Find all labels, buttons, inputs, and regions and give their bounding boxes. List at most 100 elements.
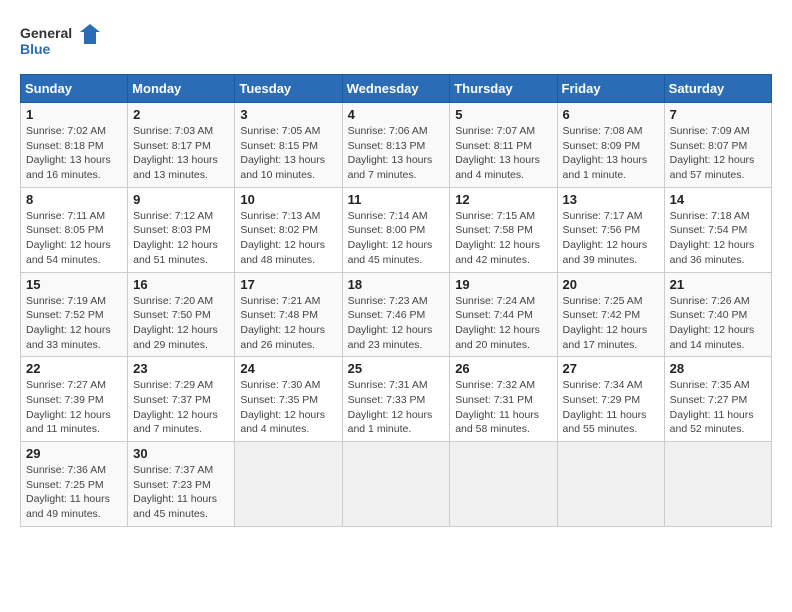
day-header: Saturday [664,75,771,103]
day-number: 8 [26,192,122,207]
calendar-cell: 4 Sunrise: 7:06 AM Sunset: 8:13 PM Daylig… [342,103,450,188]
day-number: 25 [348,361,445,376]
day-info: Sunrise: 7:14 AM Sunset: 8:00 PM Dayligh… [348,209,445,268]
calendar-cell: 11 Sunrise: 7:14 AM Sunset: 8:00 PM Dayli… [342,187,450,272]
calendar-table: SundayMondayTuesdayWednesdayThursdayFrid… [20,74,772,527]
day-header: Thursday [450,75,557,103]
day-info: Sunrise: 7:12 AM Sunset: 8:03 PM Dayligh… [133,209,229,268]
calendar-week-row: 29Sunrise: 7:36 AM Sunset: 7:25 PM Dayli… [21,442,772,527]
calendar-cell: 1 Sunrise: 7:02 AM Sunset: 8:18 PM Daylig… [21,103,128,188]
calendar-cell: 14 Sunrise: 7:18 AM Sunset: 7:54 PM Dayli… [664,187,771,272]
day-number: 5 [455,107,551,122]
day-info: Sunrise: 7:18 AM Sunset: 7:54 PM Dayligh… [670,209,766,268]
calendar-cell: 26 Sunrise: 7:32 AM Sunset: 7:31 PM Dayli… [450,357,557,442]
calendar-cell: 17 Sunrise: 7:21 AM Sunset: 7:48 PM Dayli… [235,272,342,357]
day-number: 27 [563,361,659,376]
svg-text:General: General [20,25,72,41]
day-info: Sunrise: 7:24 AM Sunset: 7:44 PM Dayligh… [455,294,551,353]
calendar-cell: 22 Sunrise: 7:27 AM Sunset: 7:39 PM Dayli… [21,357,128,442]
day-info: Sunrise: 7:21 AM Sunset: 7:48 PM Dayligh… [240,294,336,353]
calendar-header-row: SundayMondayTuesdayWednesdayThursdayFrid… [21,75,772,103]
day-number: 28 [670,361,766,376]
calendar-cell: 9 Sunrise: 7:12 AM Sunset: 8:03 PM Daylig… [128,187,235,272]
day-number: 30 [133,446,229,461]
day-number: 14 [670,192,766,207]
day-info: Sunrise: 7:37 AM Sunset: 7:23 PM Dayligh… [133,463,229,522]
calendar-cell: 12Sunrise: 7:15 AM Sunset: 7:58 PM Dayli… [450,187,557,272]
calendar-cell: 19Sunrise: 7:24 AM Sunset: 7:44 PM Dayli… [450,272,557,357]
day-info: Sunrise: 7:27 AM Sunset: 7:39 PM Dayligh… [26,378,122,437]
calendar-cell: 5 Sunrise: 7:07 AM Sunset: 8:11 PM Daylig… [450,103,557,188]
day-info: Sunrise: 7:32 AM Sunset: 7:31 PM Dayligh… [455,378,551,437]
day-info: Sunrise: 7:34 AM Sunset: 7:29 PM Dayligh… [563,378,659,437]
day-info: Sunrise: 7:15 AM Sunset: 7:58 PM Dayligh… [455,209,551,268]
calendar-cell: 27 Sunrise: 7:34 AM Sunset: 7:29 PM Dayli… [557,357,664,442]
logo-svg: General Blue [20,20,100,64]
calendar-cell [664,442,771,527]
svg-text:Blue: Blue [20,41,51,57]
day-info: Sunrise: 7:06 AM Sunset: 8:13 PM Dayligh… [348,124,445,183]
day-number: 24 [240,361,336,376]
day-number: 2 [133,107,229,122]
day-info: Sunrise: 7:09 AM Sunset: 8:07 PM Dayligh… [670,124,766,183]
day-info: Sunrise: 7:26 AM Sunset: 7:40 PM Dayligh… [670,294,766,353]
calendar-week-row: 15 Sunrise: 7:19 AM Sunset: 7:52 PM Dayli… [21,272,772,357]
day-info: Sunrise: 7:03 AM Sunset: 8:17 PM Dayligh… [133,124,229,183]
calendar-cell: 13 Sunrise: 7:17 AM Sunset: 7:56 PM Dayli… [557,187,664,272]
day-number: 9 [133,192,229,207]
calendar-cell: 28 Sunrise: 7:35 AM Sunset: 7:27 PM Dayli… [664,357,771,442]
day-number: 4 [348,107,445,122]
day-info: Sunrise: 7:29 AM Sunset: 7:37 PM Dayligh… [133,378,229,437]
calendar-cell [342,442,450,527]
day-header: Friday [557,75,664,103]
calendar-cell [557,442,664,527]
calendar-cell: 2 Sunrise: 7:03 AM Sunset: 8:17 PM Daylig… [128,103,235,188]
day-info: Sunrise: 7:31 AM Sunset: 7:33 PM Dayligh… [348,378,445,437]
logo: General Blue [20,20,100,64]
day-number: 18 [348,277,445,292]
day-info: Sunrise: 7:20 AM Sunset: 7:50 PM Dayligh… [133,294,229,353]
day-info: Sunrise: 7:35 AM Sunset: 7:27 PM Dayligh… [670,378,766,437]
day-info: Sunrise: 7:17 AM Sunset: 7:56 PM Dayligh… [563,209,659,268]
day-info: Sunrise: 7:05 AM Sunset: 8:15 PM Dayligh… [240,124,336,183]
calendar-cell [235,442,342,527]
day-header: Monday [128,75,235,103]
day-number: 22 [26,361,122,376]
calendar-cell: 30 Sunrise: 7:37 AM Sunset: 7:23 PM Dayli… [128,442,235,527]
calendar-cell [450,442,557,527]
day-info: Sunrise: 7:08 AM Sunset: 8:09 PM Dayligh… [563,124,659,183]
day-info: Sunrise: 7:23 AM Sunset: 7:46 PM Dayligh… [348,294,445,353]
calendar-week-row: 8Sunrise: 7:11 AM Sunset: 8:05 PM Daylig… [21,187,772,272]
calendar-cell: 29Sunrise: 7:36 AM Sunset: 7:25 PM Dayli… [21,442,128,527]
calendar-cell: 21 Sunrise: 7:26 AM Sunset: 7:40 PM Dayli… [664,272,771,357]
day-info: Sunrise: 7:02 AM Sunset: 8:18 PM Dayligh… [26,124,122,183]
calendar-cell: 6 Sunrise: 7:08 AM Sunset: 8:09 PM Daylig… [557,103,664,188]
day-number: 23 [133,361,229,376]
calendar-week-row: 1 Sunrise: 7:02 AM Sunset: 8:18 PM Daylig… [21,103,772,188]
day-number: 3 [240,107,336,122]
day-info: Sunrise: 7:07 AM Sunset: 8:11 PM Dayligh… [455,124,551,183]
calendar-cell: 10Sunrise: 7:13 AM Sunset: 8:02 PM Dayli… [235,187,342,272]
day-number: 15 [26,277,122,292]
calendar-cell: 8Sunrise: 7:11 AM Sunset: 8:05 PM Daylig… [21,187,128,272]
day-number: 16 [133,277,229,292]
calendar-cell: 16 Sunrise: 7:20 AM Sunset: 7:50 PM Dayli… [128,272,235,357]
calendar-cell: 7Sunrise: 7:09 AM Sunset: 8:07 PM Daylig… [664,103,771,188]
day-info: Sunrise: 7:19 AM Sunset: 7:52 PM Dayligh… [26,294,122,353]
calendar-cell: 25 Sunrise: 7:31 AM Sunset: 7:33 PM Dayli… [342,357,450,442]
calendar-cell: 3 Sunrise: 7:05 AM Sunset: 8:15 PM Daylig… [235,103,342,188]
day-info: Sunrise: 7:13 AM Sunset: 8:02 PM Dayligh… [240,209,336,268]
day-number: 1 [26,107,122,122]
day-number: 6 [563,107,659,122]
day-number: 26 [455,361,551,376]
calendar-cell: 15 Sunrise: 7:19 AM Sunset: 7:52 PM Dayli… [21,272,128,357]
calendar-cell: 24Sunrise: 7:30 AM Sunset: 7:35 PM Dayli… [235,357,342,442]
day-number: 17 [240,277,336,292]
day-header: Tuesday [235,75,342,103]
day-number: 13 [563,192,659,207]
day-number: 21 [670,277,766,292]
page-header: General Blue [20,20,772,64]
day-header: Sunday [21,75,128,103]
calendar-cell: 18 Sunrise: 7:23 AM Sunset: 7:46 PM Dayli… [342,272,450,357]
day-number: 11 [348,192,445,207]
